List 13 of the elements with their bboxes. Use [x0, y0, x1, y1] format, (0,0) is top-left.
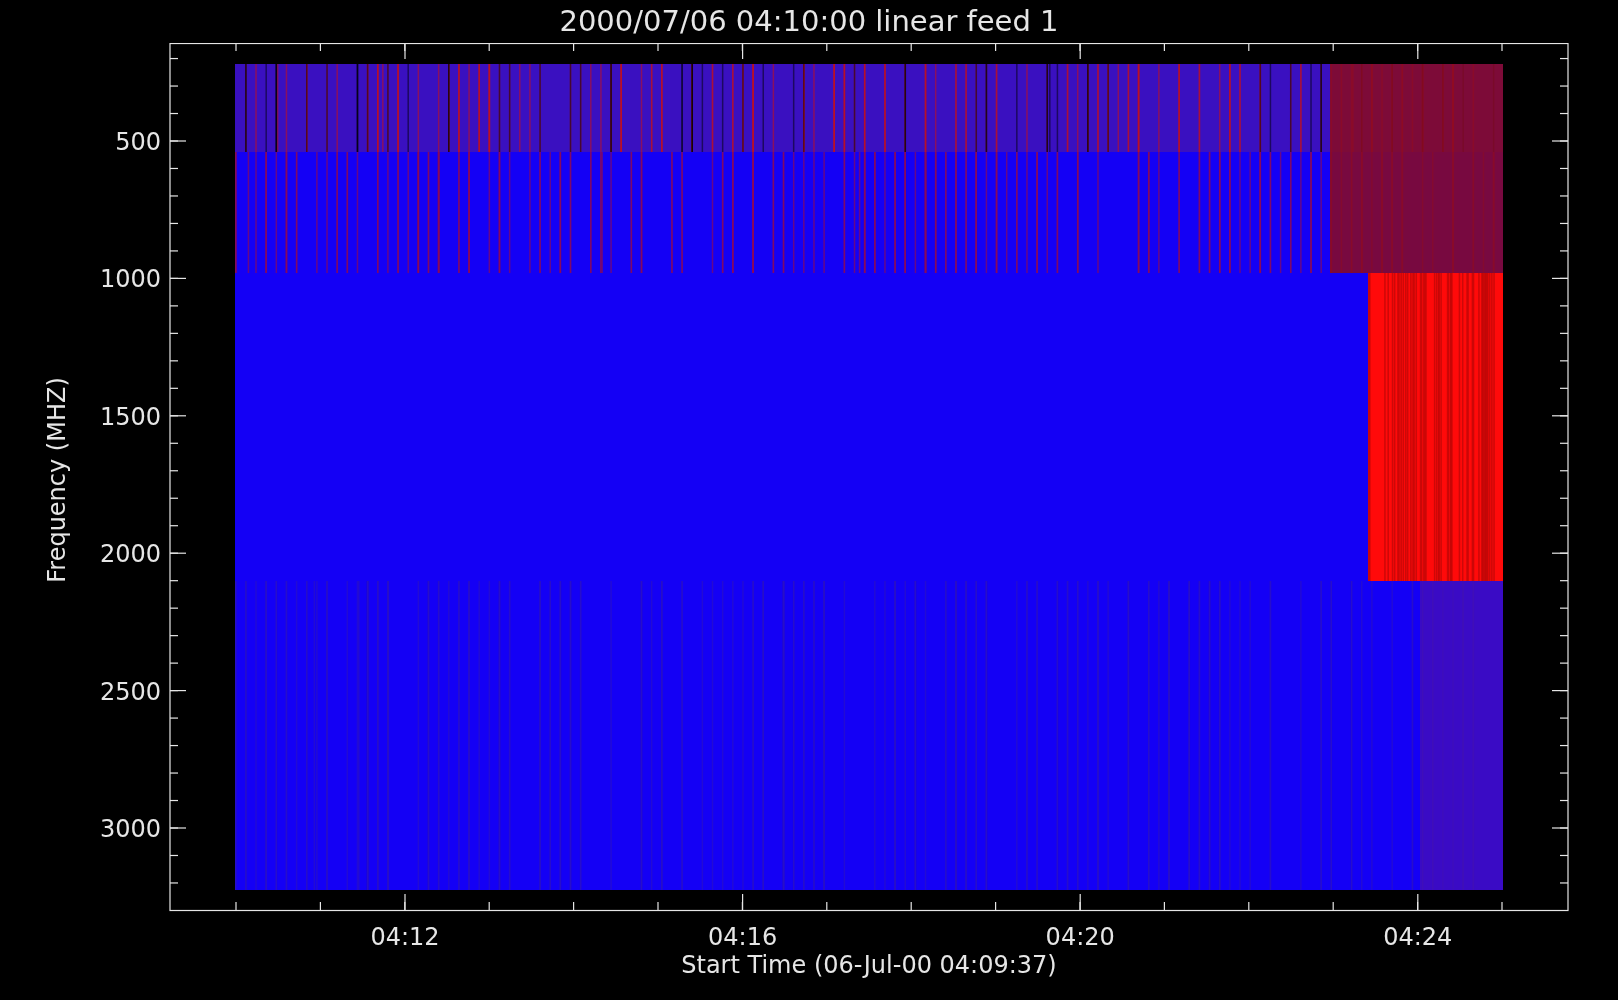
y-tick-label: 1000: [99, 265, 161, 294]
y-axis-label: Frequency (MHZ): [43, 377, 71, 583]
x-tick-label: 04:16: [708, 923, 778, 951]
x-tick-label: 04:20: [1045, 923, 1115, 951]
y-tick-label: 3000: [99, 815, 161, 843]
y-tick-label: 2000: [99, 540, 161, 569]
y-tick-label: 500: [115, 128, 161, 156]
x-tick-label: 04:24: [1383, 923, 1453, 951]
plot-title: 2000/07/06 04:10:00 linear feed 1: [559, 7, 1059, 36]
y-tick-label: 1500: [99, 402, 161, 431]
y-tick-label: 2500: [99, 677, 161, 706]
x-tick-label: 04:12: [370, 923, 440, 951]
x-axis-label: Start Time (06-Jul-00 04:09:37): [681, 951, 1057, 979]
